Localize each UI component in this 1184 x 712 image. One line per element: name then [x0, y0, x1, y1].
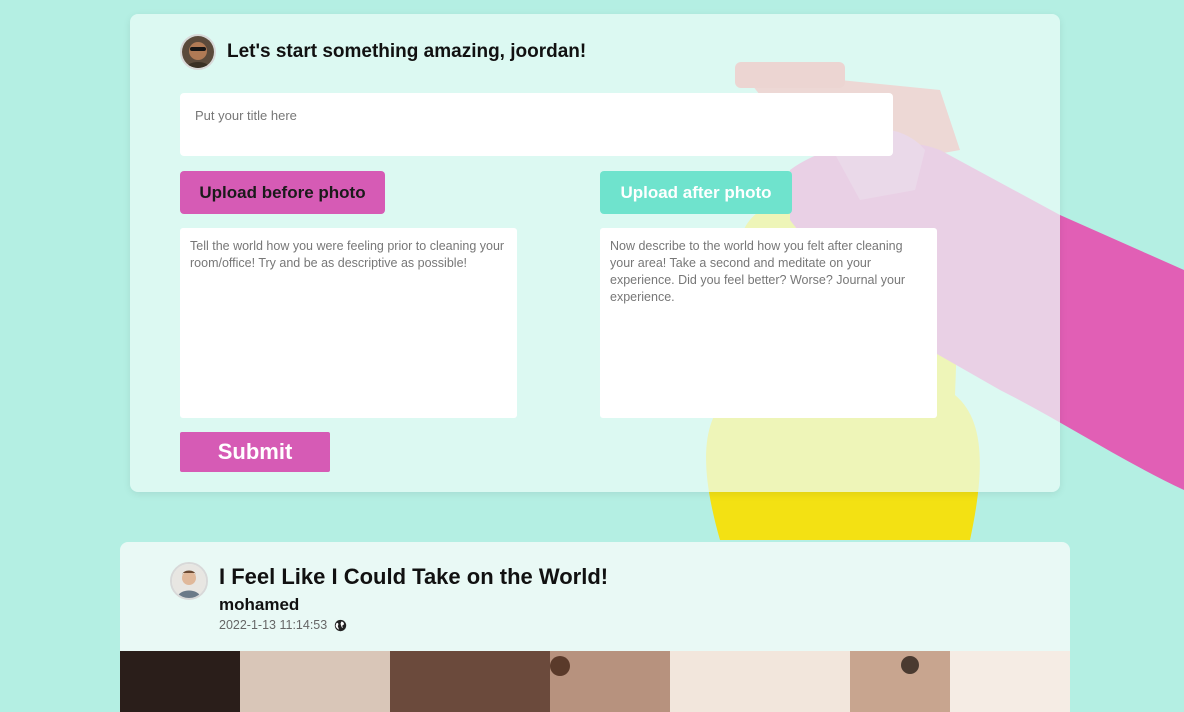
- author-avatar[interactable]: [170, 562, 208, 600]
- upload-before-photo-button[interactable]: Upload before photo: [180, 171, 385, 214]
- post-title-input[interactable]: [180, 93, 893, 156]
- globe-icon: [335, 619, 347, 631]
- post-timestamp: 2022-1-13 11:14:53: [219, 618, 328, 632]
- upload-after-photo-button[interactable]: Upload after photo: [600, 171, 792, 214]
- post-image[interactable]: [120, 651, 1070, 712]
- post-composer: Let's start something amazing, joordan! …: [130, 14, 1060, 492]
- user-avatar[interactable]: [180, 34, 216, 70]
- post-author[interactable]: mohamed: [219, 595, 299, 615]
- composer-greeting: Let's start something amazing, joordan!: [227, 41, 587, 62]
- after-description-textarea[interactable]: [600, 228, 937, 418]
- composer-header: Let's start something amazing, joordan!: [180, 34, 586, 70]
- post-meta: 2022-1-13 11:14:53: [219, 618, 347, 632]
- post-card: I Feel Like I Could Take on the World! m…: [120, 542, 1070, 712]
- submit-button[interactable]: Submit: [180, 432, 330, 472]
- post-title[interactable]: I Feel Like I Could Take on the World!: [219, 564, 608, 590]
- before-description-textarea[interactable]: [180, 228, 517, 418]
